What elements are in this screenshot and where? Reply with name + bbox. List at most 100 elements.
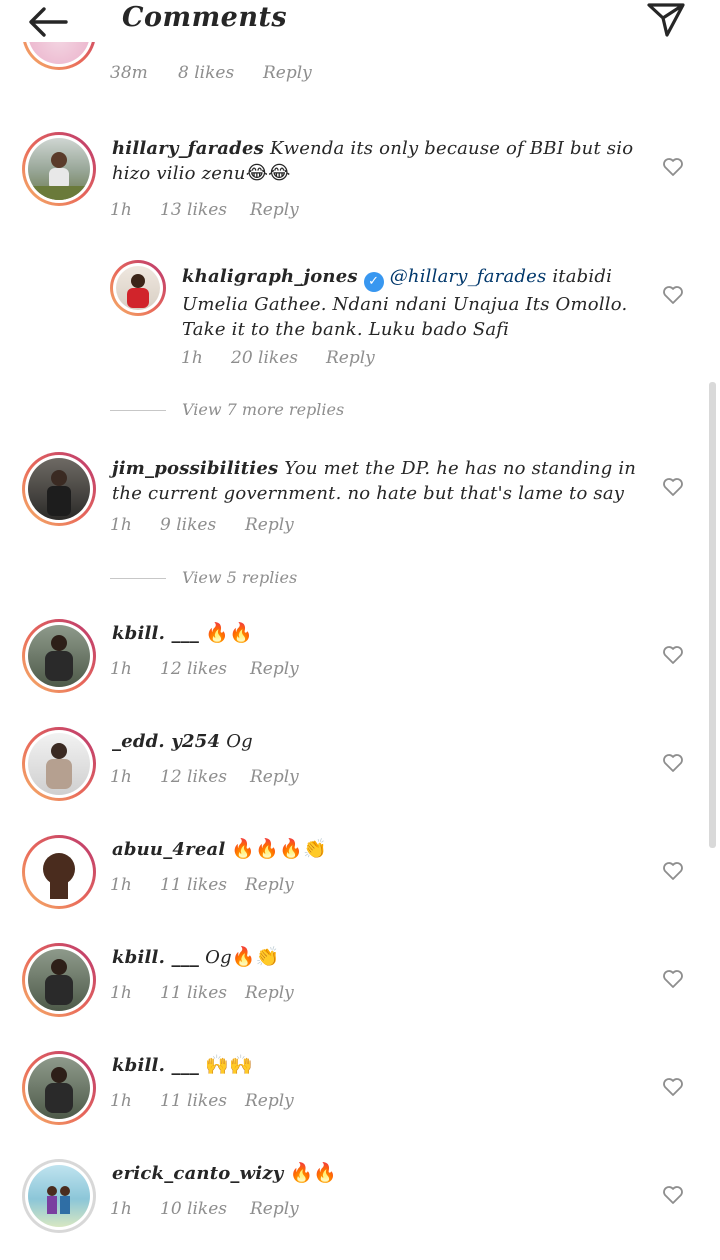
reply-button[interactable]: Reply xyxy=(245,515,294,535)
comment-meta: 38m 8 likes Reply xyxy=(110,63,410,85)
page-title: Comments xyxy=(122,2,288,33)
comment-likes[interactable]: 11 likes xyxy=(160,983,227,1003)
comment-likes[interactable]: 11 likes xyxy=(160,875,227,895)
reply-item: khaligraph_jones ✓ @hillary_farades itabid… xyxy=(0,258,720,373)
paper-plane-icon[interactable] xyxy=(645,0,687,40)
comment-username[interactable]: khaligraph_jones xyxy=(182,266,358,287)
view-more-replies[interactable]: View 7 more replies xyxy=(110,400,410,420)
comment-body: kbill. ___ 🔥🔥 xyxy=(112,621,647,646)
comment-meta: 1h 11 likes Reply xyxy=(110,983,410,1005)
view-more-replies[interactable]: View 5 replies xyxy=(110,568,410,588)
reply-button[interactable]: Reply xyxy=(263,63,312,83)
comment-emoji: 🔥🔥 xyxy=(289,1162,338,1184)
comment-emoji: 🔥🔥🔥👏 xyxy=(231,838,327,860)
comment-text: Og xyxy=(226,731,253,752)
scrollbar[interactable] xyxy=(709,382,716,848)
view-replies-label[interactable]: View 5 replies xyxy=(182,568,297,587)
comment-time: 1h xyxy=(110,767,132,787)
comment-time: 1h xyxy=(110,515,132,535)
comment-likes[interactable]: 10 likes xyxy=(160,1199,227,1219)
avatar[interactable] xyxy=(22,1051,96,1125)
comment-likes[interactable]: 11 likes xyxy=(160,1091,227,1111)
comment-item: erick_canto_wizy 🔥🔥 1h 10 likes Reply xyxy=(0,1159,720,1249)
reply-button[interactable]: Reply xyxy=(245,1091,294,1111)
comment-username[interactable]: hillary_farades xyxy=(112,138,264,159)
reply-button[interactable]: Reply xyxy=(250,767,299,787)
comment-likes[interactable]: 13 likes xyxy=(160,200,227,220)
comment-meta: 1h 11 likes Reply xyxy=(110,875,410,897)
comment-likes[interactable]: 8 likes xyxy=(178,63,234,83)
comment-emoji: 😂😂 xyxy=(245,162,291,184)
comment-meta: 1h 11 likes Reply xyxy=(110,1091,410,1113)
heart-icon[interactable] xyxy=(662,477,684,497)
comment-likes[interactable]: 12 likes xyxy=(160,659,227,679)
comment-emoji: 🔥👏 xyxy=(231,946,280,968)
comment-item: jim_possibilities You met the DP. he has … xyxy=(0,452,720,552)
comment-item: kbill. ___ Og🔥👏 1h 11 likes Reply xyxy=(0,943,720,1033)
verified-badge-icon: ✓ xyxy=(363,272,384,292)
comment-time: 38m xyxy=(110,63,148,83)
comment-item: hillary_farades Kwenda its only because o… xyxy=(0,130,720,230)
comment-body: hillary_farades Kwenda its only because o… xyxy=(112,136,647,186)
comment-meta: 1h 20 likes Reply xyxy=(181,348,481,370)
reply-button[interactable]: Reply xyxy=(250,1199,299,1219)
comment-likes[interactable]: 9 likes xyxy=(160,515,216,535)
reply-button[interactable]: Reply xyxy=(245,983,294,1003)
comment-body: _edd. y254 Og xyxy=(112,729,647,754)
comment-emoji: 🙌🙌 xyxy=(205,1054,253,1076)
heart-icon[interactable] xyxy=(662,645,684,665)
comment-username[interactable]: _edd. y254 xyxy=(112,731,220,752)
comment-username[interactable]: erick_canto_wizy xyxy=(112,1163,283,1184)
comment-time: 1h xyxy=(110,1091,132,1111)
header-bar: Comments xyxy=(0,0,720,42)
reply-button[interactable]: Reply xyxy=(250,200,299,220)
avatar[interactable] xyxy=(110,260,166,316)
comment-meta: 1h 9 likes Reply xyxy=(110,515,410,537)
comment-time: 1h xyxy=(110,200,132,220)
avatar[interactable] xyxy=(22,835,96,909)
heart-icon[interactable] xyxy=(662,969,684,989)
comment-item: kbill. ___ 🔥🔥 1h 12 likes Reply xyxy=(0,619,720,709)
comment-username[interactable]: kbill. ___ xyxy=(112,1055,199,1076)
comment-likes[interactable]: 12 likes xyxy=(160,767,227,787)
heart-icon[interactable] xyxy=(662,1077,684,1097)
reply-button[interactable]: Reply xyxy=(326,348,375,368)
comment-time: 1h xyxy=(181,348,203,368)
view-replies-label[interactable]: View 7 more replies xyxy=(182,400,344,419)
heart-icon[interactable] xyxy=(662,285,684,305)
comment-time: 1h xyxy=(110,1199,132,1219)
heart-icon[interactable] xyxy=(662,753,684,773)
reply-button[interactable]: Reply xyxy=(245,875,294,895)
comment-username[interactable]: jim_possibilities xyxy=(112,458,278,479)
comment-mention[interactable]: @hillary_farades xyxy=(390,266,547,287)
comment-likes[interactable]: 20 likes xyxy=(231,348,298,368)
avatar[interactable] xyxy=(22,1159,96,1233)
comment-item: abuu_4real 🔥🔥🔥👏 1h 11 likes Reply xyxy=(0,835,720,925)
avatar[interactable] xyxy=(22,943,96,1017)
avatar[interactable] xyxy=(22,619,96,693)
heart-icon[interactable] xyxy=(662,861,684,881)
comment-username[interactable]: kbill. ___ xyxy=(112,947,199,968)
comment-username[interactable]: kbill. ___ xyxy=(112,623,199,644)
comment-meta: 1h 13 likes Reply xyxy=(110,200,410,222)
comment-time: 1h xyxy=(110,659,132,679)
comment-body: erick_canto_wizy 🔥🔥 xyxy=(112,1161,647,1186)
divider-line xyxy=(110,578,166,579)
comment-meta: 1h 12 likes Reply xyxy=(110,767,410,789)
avatar[interactable] xyxy=(22,452,96,526)
avatar[interactable] xyxy=(22,727,96,801)
heart-icon[interactable] xyxy=(662,157,684,177)
comment-body: khaligraph_jones ✓ @hillary_farades itabid… xyxy=(182,264,652,342)
comment-item: 38m 8 likes Reply xyxy=(0,0,720,110)
comment-text: Og xyxy=(205,947,232,968)
heart-icon[interactable] xyxy=(662,1185,684,1205)
arrow-left-icon[interactable] xyxy=(26,5,70,39)
comment-body: abuu_4real 🔥🔥🔥👏 xyxy=(112,837,647,862)
comment-meta: 1h 10 likes Reply xyxy=(110,1199,410,1221)
comment-username[interactable]: abuu_4real xyxy=(112,839,225,860)
comment-emoji: 🔥🔥 xyxy=(205,622,253,644)
comment-body: kbill. ___ Og🔥👏 xyxy=(112,945,647,970)
comment-meta: 1h 12 likes Reply xyxy=(110,659,410,681)
avatar[interactable] xyxy=(22,132,96,206)
reply-button[interactable]: Reply xyxy=(250,659,299,679)
